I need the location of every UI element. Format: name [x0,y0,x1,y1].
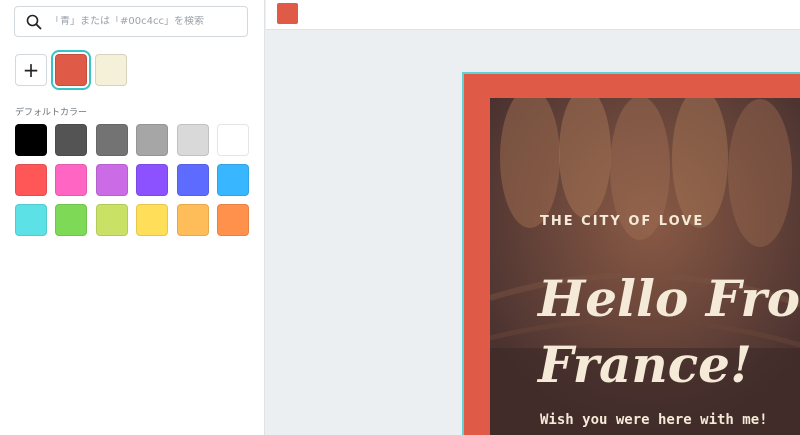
document-color-swatch[interactable] [95,54,127,86]
default-color-swatch[interactable] [55,204,88,236]
default-color-swatch[interactable] [216,164,249,196]
default-color-swatch[interactable] [136,124,169,156]
default-color-swatch[interactable] [15,204,47,236]
add-color-button[interactable]: + [15,54,47,86]
default-color-swatch[interactable] [136,164,169,196]
design-subline[interactable]: Wish you were here with me! [540,412,768,428]
document-color-swatch[interactable] [51,50,91,90]
default-color-swatch[interactable] [216,204,249,236]
default-color-grid [15,124,249,236]
design-canvas[interactable]: THE CITY OF LOVE Hello From France! Wish… [462,72,800,435]
color-search-box[interactable] [14,6,248,37]
background-photo[interactable]: THE CITY OF LOVE Hello From France! Wish… [490,98,800,435]
default-color-swatch[interactable] [216,124,249,156]
text-color-button[interactable] [277,3,298,24]
color-search-input[interactable] [50,16,245,27]
headline-line-2: France! [538,335,752,394]
document-colors: + [15,50,127,90]
editor-toolbar [266,0,800,30]
default-color-swatch[interactable] [176,124,209,156]
headline-line-1: Hello From [538,269,800,328]
default-color-swatch[interactable] [15,124,47,156]
default-color-swatch[interactable] [136,204,169,236]
default-color-swatch[interactable] [176,164,209,196]
default-color-swatch[interactable] [55,164,88,196]
default-color-swatch[interactable] [55,124,88,156]
default-color-swatch[interactable] [95,204,128,236]
color-panel: + デフォルトカラー [0,0,265,435]
default-color-swatch[interactable] [176,204,209,236]
design-tagline[interactable]: THE CITY OF LOVE [540,214,704,229]
default-color-swatch[interactable] [95,164,128,196]
default-color-swatch[interactable] [95,124,128,156]
default-colors-label: デフォルトカラー [15,108,88,118]
design-headline[interactable]: Hello From France! [538,266,800,398]
search-icon [26,14,42,29]
default-color-swatch[interactable] [15,164,47,196]
